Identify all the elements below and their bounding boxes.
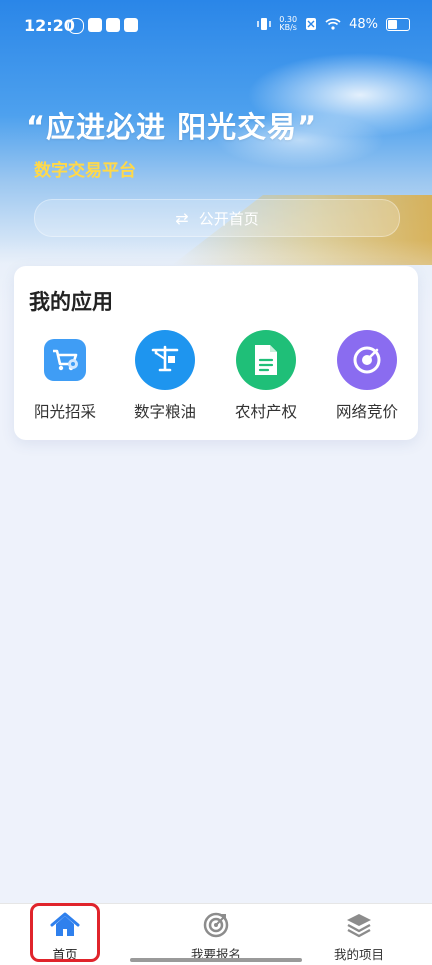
home-tab-highlight	[30, 903, 100, 962]
status-right: 0.30 KB/s 48%	[257, 16, 410, 32]
hero-slogan: “应进必进 阳光交易”	[26, 110, 318, 144]
notification-icon-1	[68, 18, 84, 34]
status-bar: 12:20 0.30 KB/s 48%	[0, 0, 432, 50]
app-label: 数字粮油	[133, 403, 196, 421]
target-icon	[337, 330, 397, 390]
notification-icon-3	[106, 18, 120, 32]
public-home-label: 公开首页	[198, 209, 259, 228]
public-home-button[interactable]: ⇄ 公开首页	[34, 199, 400, 237]
my-apps-card: 我的应用 阳光招采 数字粮油 农村产权 网络竞价	[14, 266, 418, 440]
app-online-bidding[interactable]: 网络竞价	[317, 330, 417, 422]
net-speed-unit: KB/s	[279, 23, 297, 32]
app-label: 网络竞价	[335, 403, 398, 421]
tab-my-projects[interactable]: 我的项目	[299, 912, 419, 963]
battery-icon	[386, 17, 410, 31]
app-label: 农村产权	[234, 403, 297, 421]
shopping-cart-icon	[35, 330, 95, 390]
swap-icon: ⇄	[175, 208, 189, 228]
app-rural-property-rights[interactable]: 农村产权	[216, 330, 316, 422]
wifi-icon	[325, 18, 341, 30]
crane-icon	[135, 330, 195, 390]
app-digital-grain-oil[interactable]: 数字粮油	[115, 330, 215, 422]
gesture-bar[interactable]	[130, 958, 302, 962]
net-speed: 0.30 KB/s	[279, 16, 297, 32]
notification-icon-2	[88, 18, 102, 32]
notification-icon-4	[124, 18, 138, 32]
my-apps-title: 我的应用	[29, 290, 113, 314]
vibrate-icon	[257, 18, 272, 30]
hero-subtitle: 数字交易平台	[34, 161, 136, 181]
document-icon	[236, 330, 296, 390]
my-apps-grid: 阳光招采 数字粮油 农村产权 网络竞价	[14, 330, 418, 430]
tab-label: 我的项目	[333, 947, 384, 962]
tab-register[interactable]: 我要报名	[156, 912, 276, 963]
layers-icon	[347, 914, 371, 938]
target-icon	[203, 912, 229, 938]
app-label: 阳光招采	[33, 403, 96, 421]
battery-text: 48%	[349, 16, 378, 32]
sim-off-icon	[306, 18, 317, 30]
app-sunshine-procurement[interactable]: 阳光招采	[15, 330, 115, 422]
